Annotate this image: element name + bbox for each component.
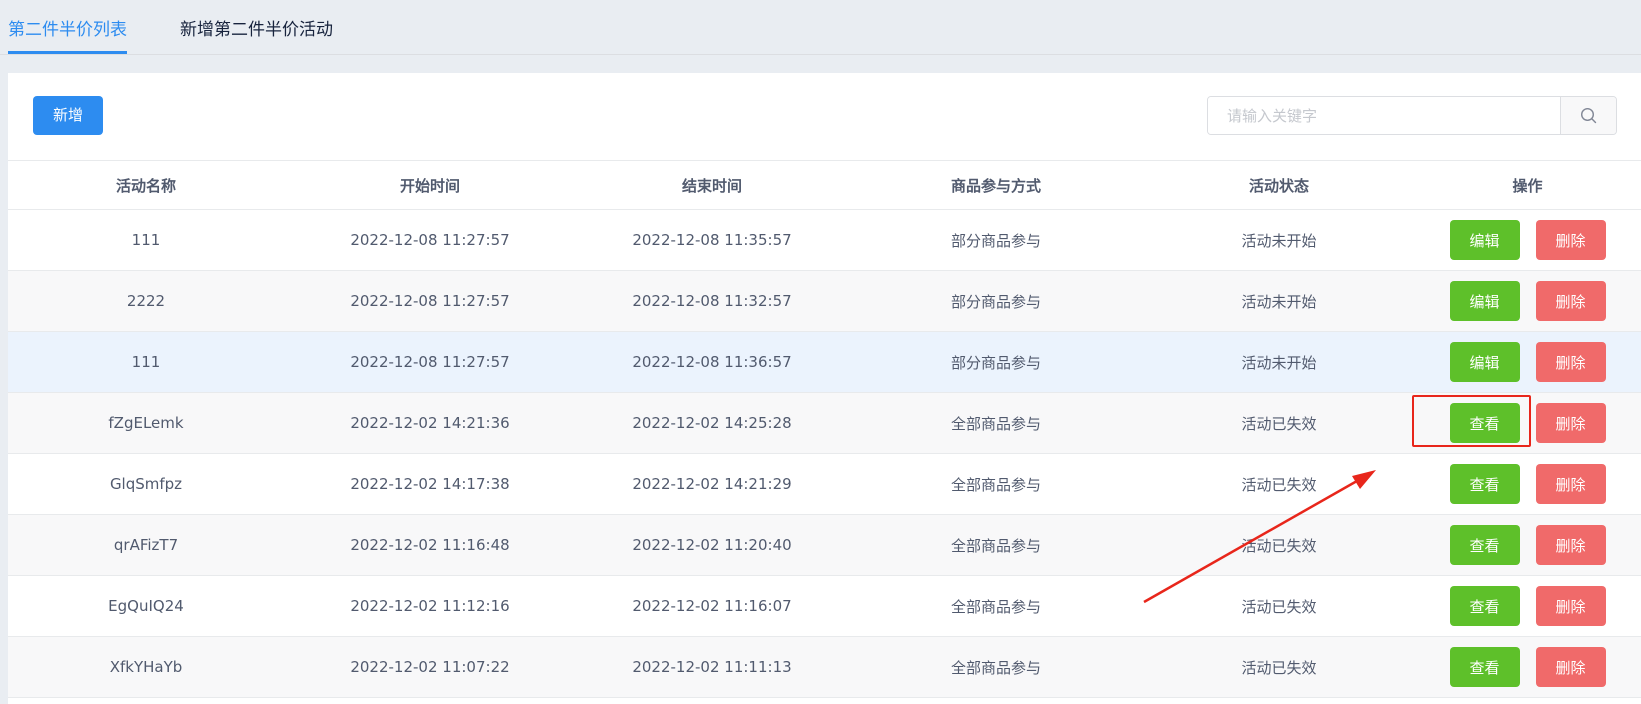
table-row: 111 2022-12-08 11:27:57 2022-12-08 11:35:5… — [8, 210, 1641, 271]
delete-button[interactable]: 删除 — [1535, 647, 1606, 687]
cell-actions: 查看 删除 — [1414, 515, 1641, 575]
action-buttons: 查看 删除 — [1449, 464, 1606, 504]
cell-activity-name: 111 — [131, 231, 161, 249]
cell-start-time: 2022-12-02 11:07:22 — [350, 658, 510, 676]
cell-actions: 查看 删除 — [1414, 393, 1641, 453]
delete-button[interactable]: 删除 — [1535, 586, 1606, 626]
view-button[interactable]: 查看 — [1449, 403, 1520, 443]
cell-start-time: 2022-12-08 11:27:57 — [350, 353, 510, 371]
cell-end-time: 2022-12-02 14:21:29 — [632, 475, 792, 493]
cell-start-time: 2022-12-08 11:27:57 — [350, 231, 510, 249]
table-header: 活动名称 开始时间 结束时间 商品参与方式 活动状态 操作 — [8, 160, 1641, 210]
cell-end-time: 2022-12-08 11:35:57 — [632, 231, 792, 249]
delete-button[interactable]: 删除 — [1535, 525, 1606, 565]
cell-start-time: 2022-12-02 11:12:16 — [350, 597, 510, 615]
cell-activity-name: XfkYHaYb — [109, 658, 183, 676]
table-row: fZgELemk 2022-12-02 14:21:36 2022-12-02 14… — [8, 393, 1641, 454]
cell-end-time: 2022-12-08 11:32:57 — [632, 292, 792, 310]
header-activity-status: 活动状态 — [1248, 176, 1309, 195]
search-input[interactable] — [1208, 97, 1562, 134]
cell-end-time: 2022-12-08 11:36:57 — [632, 353, 792, 371]
cell-start-time: 2022-12-02 14:21:36 — [350, 414, 510, 432]
cell-end-time: 2022-12-02 11:11:13 — [632, 658, 792, 676]
table-row: EgQuIQ24 2022-12-02 11:12:16 2022-12-02 11… — [8, 576, 1641, 637]
cell-actions: 查看 删除 — [1414, 454, 1641, 514]
cell-activity-status: 活动已失效 — [1241, 597, 1317, 616]
header-activity-name: 活动名称 — [115, 176, 176, 195]
cell-activity-status: 活动已失效 — [1241, 658, 1317, 677]
cell-activity-status: 活动未开始 — [1241, 231, 1317, 250]
header-start-time: 开始时间 — [399, 176, 460, 195]
search-icon — [1580, 107, 1597, 124]
delete-button[interactable]: 删除 — [1535, 281, 1606, 321]
cell-end-time: 2022-12-02 11:20:40 — [632, 536, 792, 554]
view-button[interactable]: 查看 — [1449, 525, 1520, 565]
header-actions: 操作 — [1512, 176, 1543, 195]
cell-activity-name: 111 — [131, 353, 161, 371]
cell-start-time: 2022-12-08 11:27:57 — [350, 292, 510, 310]
view-button[interactable]: 查看 — [1449, 464, 1520, 504]
add-button[interactable]: 新增 — [33, 96, 103, 135]
delete-button[interactable]: 删除 — [1535, 403, 1606, 443]
cell-actions: 编辑 删除 — [1414, 210, 1641, 270]
cell-activity-status: 活动未开始 — [1241, 353, 1317, 372]
edit-button[interactable]: 编辑 — [1449, 220, 1520, 260]
cell-activity-status: 活动已失效 — [1241, 414, 1317, 433]
cell-end-time: 2022-12-02 11:16:07 — [632, 597, 792, 615]
edit-button[interactable]: 编辑 — [1449, 281, 1520, 321]
action-buttons: 查看 删除 — [1449, 647, 1606, 687]
view-button[interactable]: 查看 — [1449, 586, 1520, 626]
tab-bar: 第二件半价列表 新增第二件半价活动 — [0, 0, 1641, 55]
cell-participation-mode: 全部商品参与 — [950, 414, 1041, 433]
delete-button[interactable]: 删除 — [1535, 342, 1606, 382]
cell-participation-mode: 部分商品参与 — [950, 292, 1041, 311]
table-row: GlqSmfpz 2022-12-02 14:17:38 2022-12-02 14… — [8, 454, 1641, 515]
action-buttons: 编辑 删除 — [1449, 281, 1606, 321]
cell-participation-mode: 全部商品参与 — [950, 597, 1041, 616]
table-row: XfkYHaYb 2022-12-02 11:07:22 2022-12-02 11… — [8, 637, 1641, 698]
delete-button[interactable]: 删除 — [1535, 220, 1606, 260]
action-buttons: 编辑 删除 — [1449, 220, 1606, 260]
action-buttons: 查看 删除 — [1449, 403, 1606, 443]
delete-button[interactable]: 删除 — [1535, 464, 1606, 504]
cell-activity-name: GlqSmfpz — [109, 475, 183, 493]
cell-activity-name: qrAFizT7 — [113, 536, 179, 554]
cell-participation-mode: 全部商品参与 — [950, 475, 1041, 494]
tab-half-price-list[interactable]: 第二件半价列表 — [8, 16, 127, 54]
cell-participation-mode: 全部商品参与 — [950, 658, 1041, 677]
cell-actions: 查看 删除 — [1414, 637, 1641, 697]
header-participation-mode: 商品参与方式 — [950, 176, 1041, 195]
view-button[interactable]: 查看 — [1449, 647, 1520, 687]
cell-activity-name: 2222 — [126, 292, 166, 310]
search-button[interactable] — [1560, 97, 1616, 134]
cell-actions: 编辑 删除 — [1414, 271, 1641, 331]
cell-participation-mode: 全部商品参与 — [950, 536, 1041, 555]
cell-activity-status: 活动已失效 — [1241, 475, 1317, 494]
cell-actions: 编辑 删除 — [1414, 332, 1641, 392]
cell-start-time: 2022-12-02 14:17:38 — [350, 475, 510, 493]
cell-actions: 查看 删除 — [1414, 576, 1641, 636]
cell-participation-mode: 部分商品参与 — [950, 353, 1041, 372]
cell-start-time: 2022-12-02 11:16:48 — [350, 536, 510, 554]
header-end-time: 结束时间 — [681, 176, 742, 195]
activity-table: 活动名称 开始时间 结束时间 商品参与方式 活动状态 操作 111 2022-12… — [8, 160, 1641, 698]
cell-activity-status: 活动已失效 — [1241, 536, 1317, 555]
table-row: 2222 2022-12-08 11:27:57 2022-12-08 11:32:… — [8, 271, 1641, 332]
cell-activity-status: 活动未开始 — [1241, 292, 1317, 311]
tab-add-half-price-activity[interactable]: 新增第二件半价活动 — [180, 16, 333, 54]
action-buttons: 查看 删除 — [1449, 586, 1606, 626]
cell-participation-mode: 部分商品参与 — [950, 231, 1041, 250]
content-panel: 新增 活动名称 开始时间 结束时间 商品参与方式 活动状态 操作 111 2022… — [8, 73, 1641, 704]
table-row: 111 2022-12-08 11:27:57 2022-12-08 11:36:5… — [8, 332, 1641, 393]
cell-end-time: 2022-12-02 14:25:28 — [632, 414, 792, 432]
table-row: qrAFizT7 2022-12-02 11:16:48 2022-12-02 11… — [8, 515, 1641, 576]
search-box — [1207, 96, 1617, 135]
cell-activity-name: fZgELemk — [108, 414, 184, 432]
action-buttons: 编辑 删除 — [1449, 342, 1606, 382]
edit-button[interactable]: 编辑 — [1449, 342, 1520, 382]
table-body: 111 2022-12-08 11:27:57 2022-12-08 11:35:5… — [8, 210, 1641, 698]
action-buttons: 查看 删除 — [1449, 525, 1606, 565]
cell-activity-name: EgQuIQ24 — [108, 597, 184, 615]
